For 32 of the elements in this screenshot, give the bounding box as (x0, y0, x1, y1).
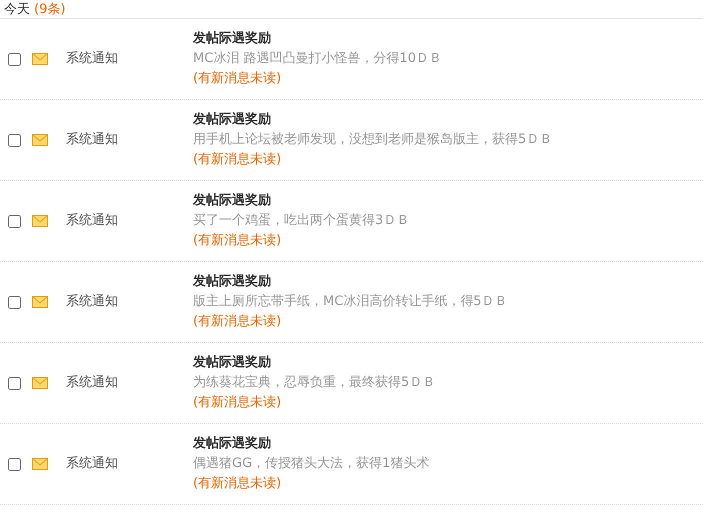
unread-status: (有新消息未读) (193, 475, 282, 493)
message-preview: 偶遇猪GG，传授猪头大法，获得1猪头术 (193, 455, 430, 473)
unread-status: (有新消息未读) (193, 394, 282, 412)
message-title[interactable]: 发帖际遇奖励 (193, 272, 271, 292)
sender-name: 系统通知 (66, 374, 119, 392)
sender-name: 系统通知 (66, 293, 119, 312)
message-checkbox[interactable] (8, 214, 21, 228)
message-preview: 版主上厕所忘带手纸，MC冰泪高价转让手纸，得5ＤＢ (193, 293, 508, 311)
message-checkbox[interactable] (8, 296, 21, 308)
message-preview: MC冰泪 路遇凹凸曼打小怪兽，分得10ＤＢ (193, 50, 442, 68)
unread-status: (有新消息未读) (193, 70, 282, 88)
message-preview: 用手机上论坛被老师发现，没想到老师是猴岛版主，获得5ＤＢ (193, 131, 552, 149)
message-title[interactable]: 发帖际遇奖励 (193, 29, 271, 49)
sender-name: 系统通知 (66, 212, 119, 230)
message-title[interactable]: 发帖际遇奖励 (193, 191, 271, 211)
message-checkbox[interactable] (8, 376, 21, 390)
message-preview: 为练葵花宝典，忍辱负重，最终获得5ＤＢ (193, 374, 436, 392)
sender-name: 系统通知 (66, 455, 119, 474)
message-checkbox[interactable] (8, 52, 21, 66)
message-checkbox[interactable] (8, 458, 21, 470)
unread-status: (有新消息未读) (193, 232, 282, 250)
message-count: (9条) (34, 3, 66, 16)
message-title[interactable]: 发帖际遇奖励 (193, 110, 271, 130)
sender-name: 系统通知 (66, 131, 119, 150)
unread-status: (有新消息未读) (193, 151, 282, 169)
unread-status: (有新消息未读) (193, 313, 282, 331)
message-preview: 买了一个鸡蛋，吃出两个蛋黄得3ＤＢ (193, 212, 410, 230)
message-title[interactable]: 发帖际遇奖励 (193, 353, 271, 373)
message-title[interactable]: 发帖际遇奖励 (193, 434, 271, 454)
sender-name: 系统通知 (66, 50, 119, 68)
group-heading: 今天 (4, 3, 30, 16)
message-checkbox[interactable] (8, 134, 21, 146)
